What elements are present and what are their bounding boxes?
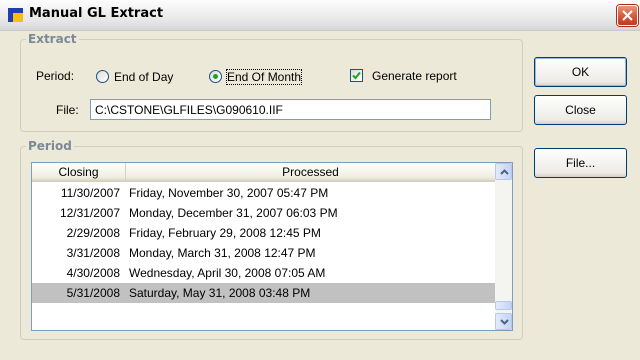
scroll-down-icon	[500, 319, 509, 325]
list-row[interactable]: 3/31/2008 Monday, March 31, 2008 12:47 P…	[32, 243, 495, 263]
period-legend: Period	[28, 139, 72, 153]
close-window-button[interactable]	[617, 5, 638, 26]
cell-closing: 5/31/2008	[66, 286, 120, 300]
column-header-closing[interactable]: Closing	[32, 163, 126, 182]
cell-closing: 4/30/2008	[66, 266, 120, 280]
title-bar[interactable]: Manual GL Extract	[0, 0, 640, 31]
radio-selected-dot	[213, 74, 218, 79]
window-title: Manual GL Extract	[29, 6, 164, 21]
file-path-input[interactable]: C:\CSTONE\GLFILES\G090610.IIF	[90, 99, 491, 120]
close-button[interactable]: Close	[534, 95, 627, 125]
scroll-down-button[interactable]	[495, 313, 512, 330]
radio-end-of-day-label[interactable]: End of Day	[114, 70, 173, 84]
scroll-up-icon	[500, 169, 509, 175]
generate-report-checkbox[interactable]	[350, 69, 363, 82]
checkmark-icon	[352, 71, 361, 80]
cell-closing: 2/29/2008	[66, 226, 120, 240]
cell-closing: 3/31/2008	[66, 246, 120, 260]
list-row[interactable]: 4/30/2008 Wednesday, April 30, 2008 07:0…	[32, 263, 495, 283]
radio-end-of-month-label[interactable]: End Of Month	[225, 69, 303, 85]
ok-button[interactable]: OK	[534, 57, 627, 87]
scroll-thumb[interactable]	[495, 301, 512, 310]
column-header-processed[interactable]: Processed	[126, 163, 495, 182]
period-label: Period:	[36, 69, 75, 83]
cell-processed: Monday, March 31, 2008 12:47 PM	[129, 246, 316, 260]
cell-processed: Friday, February 29, 2008 12:45 PM	[129, 226, 321, 240]
period-list[interactable]: Closing Processed 11/30/2007 Friday, Nov…	[31, 162, 513, 331]
list-row[interactable]: 12/31/2007 Monday, December 31, 2007 06:…	[32, 203, 495, 223]
cell-processed: Saturday, May 31, 2008 03:48 PM	[129, 286, 311, 300]
app-icon	[8, 8, 23, 22]
list-row[interactable]: 2/29/2008 Friday, February 29, 2008 12:4…	[32, 223, 495, 243]
cell-processed: Monday, December 31, 2007 06:03 PM	[129, 206, 338, 220]
dialog-window: Manual GL Extract Extract Period: End of…	[0, 0, 640, 360]
list-row-selected[interactable]: 5/31/2008 Saturday, May 31, 2008 03:48 P…	[32, 283, 495, 303]
file-label: File:	[56, 103, 79, 117]
cell-closing: 11/30/2007	[60, 186, 120, 200]
file-button[interactable]: File...	[534, 148, 627, 178]
scroll-up-button[interactable]	[495, 163, 512, 180]
cell-processed: Wednesday, April 30, 2008 07:05 AM	[129, 266, 326, 280]
list-header: Closing Processed	[32, 163, 512, 182]
cell-processed: Friday, November 30, 2007 05:47 PM	[129, 186, 329, 200]
vertical-scrollbar[interactable]	[495, 163, 512, 330]
generate-report-label[interactable]: Generate report	[372, 69, 457, 83]
list-row[interactable]: 11/30/2007 Friday, November 30, 2007 05:…	[32, 183, 495, 203]
radio-end-of-day[interactable]	[96, 70, 109, 83]
extract-legend: Extract	[28, 32, 77, 46]
cell-closing: 12/31/2007	[59, 206, 120, 220]
radio-end-of-month[interactable]	[209, 70, 222, 83]
close-icon	[622, 10, 633, 21]
